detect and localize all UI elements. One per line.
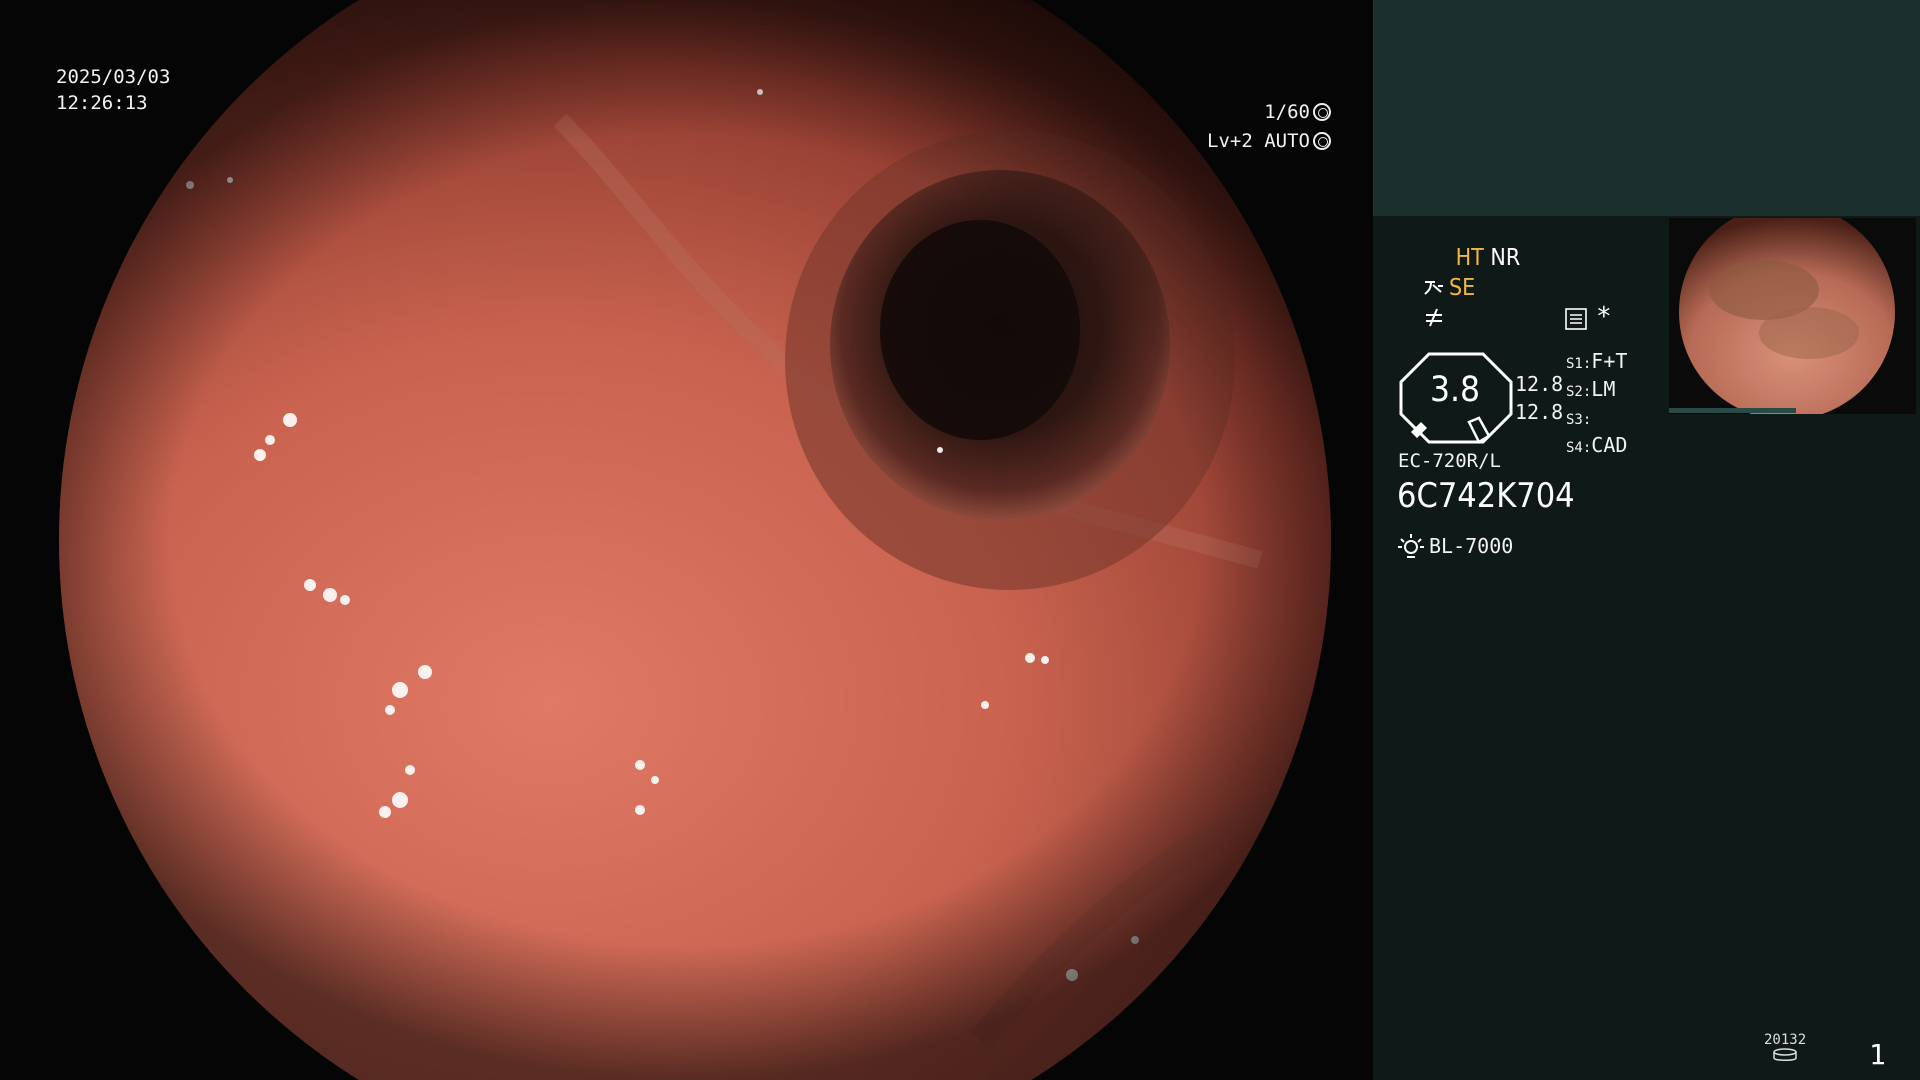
storage-icon <box>1773 1048 1797 1061</box>
light-source-name: BL-7000 <box>1429 534 1514 558</box>
thumbnail-bar <box>1669 408 1796 413</box>
timestamp: 2025/03/03 12:26:13 <box>56 64 170 116</box>
parameter-values: 12.8 12.8 <box>1515 370 1563 426</box>
light-source: BL-7000 <box>1397 531 1513 559</box>
scope-serial: 6C742K704 <box>1397 476 1575 516</box>
date-text: 2025/03/03 <box>56 66 171 88</box>
exposure-info: 1/60 Lv+2 AUTO <box>1207 98 1331 156</box>
counter-value: 20132 <box>1764 1032 1807 1048</box>
page-number: 1 <box>1869 1038 1886 1071</box>
shutter-text: 1/60 <box>1264 101 1310 123</box>
switch-assignments: S1:F+T S2:LM S3: S4:CAD <box>1566 349 1627 461</box>
info-panel: HT NR SE * 3.8 12.8 12.8 S1:F+T S2:LM S3… <box>1373 0 1920 1080</box>
image-counter: 20132 <box>1764 1032 1806 1066</box>
image-mode-list: HT NR SE <box>1423 243 1520 333</box>
param-a: 12.8 <box>1515 372 1564 396</box>
asterisk-icon: * <box>1596 302 1612 332</box>
not-equal-icon <box>1423 306 1445 328</box>
mode-se: SE <box>1449 275 1476 301</box>
mode-nr: NR <box>1490 245 1521 271</box>
switch-s4: S4:CAD <box>1566 433 1628 457</box>
light-source-icon <box>1397 531 1425 559</box>
menu-list-icon <box>1565 308 1587 330</box>
param-b: 12.8 <box>1515 400 1564 424</box>
switch-s1: S1:F+T <box>1566 349 1628 373</box>
mode-ht: HT <box>1455 245 1484 271</box>
time-text: 12:26:13 <box>56 92 148 114</box>
switch-s3: S3: <box>1566 412 1592 428</box>
scope-model: EC-720R/L <box>1398 450 1501 472</box>
enhance-icon <box>1423 276 1445 298</box>
shutter-icon <box>1313 103 1331 121</box>
switch-s2: S2:LM <box>1566 377 1616 401</box>
endoscope-image <box>59 0 1331 1080</box>
iris-icon <box>1313 132 1331 150</box>
zoom-value: 3.8 <box>1429 370 1481 410</box>
patient-info-area <box>1373 0 1920 216</box>
endoscope-view: 2025/03/03 12:26:13 1/60 Lv+2 AUTO <box>0 0 1373 1080</box>
iris-text: Lv+2 AUTO <box>1207 130 1310 152</box>
captured-thumbnail[interactable] <box>1669 218 1916 414</box>
